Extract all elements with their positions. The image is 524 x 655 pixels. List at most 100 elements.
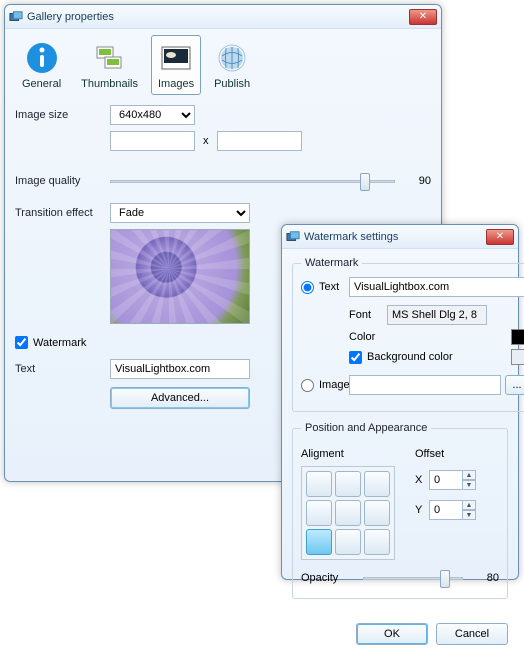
ok-button[interactable]: OK	[356, 623, 428, 645]
tab-thumbnails-label: Thumbnails	[81, 78, 138, 90]
tab-images[interactable]: Images	[151, 35, 201, 95]
y-label: Y	[415, 504, 429, 516]
tab-general[interactable]: General	[15, 35, 68, 95]
offset-y-input[interactable]	[429, 500, 463, 520]
align-mr[interactable]	[364, 500, 390, 526]
browse-button[interactable]: ...	[505, 375, 524, 395]
watermark-title: Watermark settings	[304, 231, 486, 243]
color-row: Color	[349, 329, 524, 345]
alignment-column: Aligment	[301, 448, 395, 560]
align-ml[interactable]	[306, 500, 332, 526]
tab-publish-label: Publish	[214, 78, 250, 90]
font-label: Font	[349, 309, 387, 321]
quality-slider[interactable]	[110, 169, 395, 193]
image-radio[interactable]	[301, 379, 314, 392]
position-appearance-group: Position and Appearance Aligment	[292, 422, 508, 599]
offset-x-spinner[interactable]: ▲▼	[462, 470, 476, 490]
image-quality-label: Image quality	[15, 175, 110, 187]
watermark-text-input[interactable]	[110, 359, 250, 379]
align-tc[interactable]	[335, 471, 361, 497]
info-icon	[24, 40, 60, 76]
close-button[interactable]: ✕	[409, 9, 437, 25]
quality-value: 90	[403, 175, 431, 187]
image-size-select[interactable]: 640x480	[110, 105, 195, 125]
color-swatch[interactable]	[511, 329, 524, 345]
opacity-value: 80	[471, 572, 499, 584]
gallery-titlebar: Gallery properties ✕	[5, 5, 441, 29]
gallery-title: Gallery properties	[27, 11, 409, 23]
text-radio[interactable]	[301, 281, 314, 294]
offset-column: Offset X ▲▼ Y ▲▼	[415, 448, 476, 560]
text-label: Text	[15, 363, 110, 375]
image-size-label: Image size	[15, 109, 110, 121]
image-radio-row: Image ...	[301, 375, 524, 395]
x-label: X	[415, 474, 429, 486]
publish-icon	[214, 40, 250, 76]
bgcolor-swatch[interactable]	[511, 349, 524, 365]
offset-y-row: Y ▲▼	[415, 500, 476, 520]
image-path-input[interactable]	[349, 375, 501, 395]
font-select[interactable]: MS Shell Dlg 2, 8	[387, 305, 487, 325]
align-bl[interactable]	[306, 529, 332, 555]
color-label: Color	[349, 331, 387, 343]
watermark-titlebar: Watermark settings ✕	[282, 225, 518, 249]
watermark-group-legend: Watermark	[301, 257, 362, 269]
tab-thumbnails[interactable]: Thumbnails	[74, 35, 145, 95]
image-quality-row: Image quality 90	[15, 169, 431, 193]
spin-up-icon[interactable]: ▲	[462, 500, 476, 510]
dimensions-row: x	[110, 131, 431, 151]
app-icon	[9, 10, 23, 24]
watermark-label: Watermark	[33, 337, 86, 349]
alignment-grid	[301, 466, 395, 560]
offset-x-input[interactable]	[429, 470, 463, 490]
tab-images-label: Images	[158, 78, 194, 90]
images-icon	[158, 40, 194, 76]
spin-down-icon[interactable]: ▼	[462, 510, 476, 520]
opacity-row: Opacity 80	[301, 566, 499, 590]
align-bc[interactable]	[335, 529, 361, 555]
pa-legend: Position and Appearance	[301, 422, 431, 434]
cancel-button[interactable]: Cancel	[436, 623, 508, 645]
dim-separator: x	[203, 135, 209, 147]
dialog-buttons: OK Cancel	[282, 619, 518, 655]
advanced-button[interactable]: Advanced...	[110, 387, 250, 409]
opacity-slider[interactable]	[359, 566, 463, 590]
text-radio-label[interactable]: Text	[301, 281, 349, 294]
opacity-label: Opacity	[301, 572, 359, 584]
thumbnails-icon	[92, 40, 128, 76]
watermark-checkbox[interactable]	[15, 336, 28, 349]
tabs-bar: General Thumbnails Images Publish	[15, 35, 431, 95]
bgcolor-checkbox[interactable]	[349, 351, 362, 364]
spin-down-icon[interactable]: ▼	[462, 480, 476, 490]
watermark-settings-window: Watermark settings ✕ Watermark Text Font…	[281, 224, 519, 580]
text-radio-row: Text	[301, 277, 524, 297]
transition-select[interactable]: Fade	[110, 203, 250, 223]
quality-slider-thumb[interactable]	[360, 173, 370, 191]
align-tl[interactable]	[306, 471, 332, 497]
transition-preview	[110, 229, 250, 324]
transition-label: Transition effect	[15, 207, 110, 219]
align-tr[interactable]	[364, 471, 390, 497]
offset-label: Offset	[415, 448, 476, 460]
spin-up-icon[interactable]: ▲	[462, 470, 476, 480]
alignment-label: Aligment	[301, 448, 395, 460]
bgcolor-row: Background color	[349, 349, 524, 365]
app-icon	[286, 230, 300, 244]
align-br[interactable]	[364, 529, 390, 555]
tab-publish[interactable]: Publish	[207, 35, 257, 95]
watermark-content: Watermark Text Font MS Shell Dlg 2, 8 Co…	[282, 249, 518, 619]
watermark-group: Watermark Text Font MS Shell Dlg 2, 8 Co…	[292, 257, 524, 412]
offset-x-row: X ▲▼	[415, 470, 476, 490]
height-input[interactable]	[217, 131, 302, 151]
offset-y-spinner[interactable]: ▲▼	[462, 500, 476, 520]
image-radio-label[interactable]: Image	[301, 379, 349, 392]
pa-row: Aligment Offset	[301, 448, 499, 560]
image-size-row: Image size 640x480	[15, 105, 431, 125]
bgcolor-label: Background color	[367, 351, 453, 363]
tab-general-label: General	[22, 78, 61, 90]
align-mc[interactable]	[335, 500, 361, 526]
watermark-text-input[interactable]	[349, 277, 524, 297]
width-input[interactable]	[110, 131, 195, 151]
close-button[interactable]: ✕	[486, 229, 514, 245]
font-row: Font MS Shell Dlg 2, 8	[349, 305, 524, 325]
